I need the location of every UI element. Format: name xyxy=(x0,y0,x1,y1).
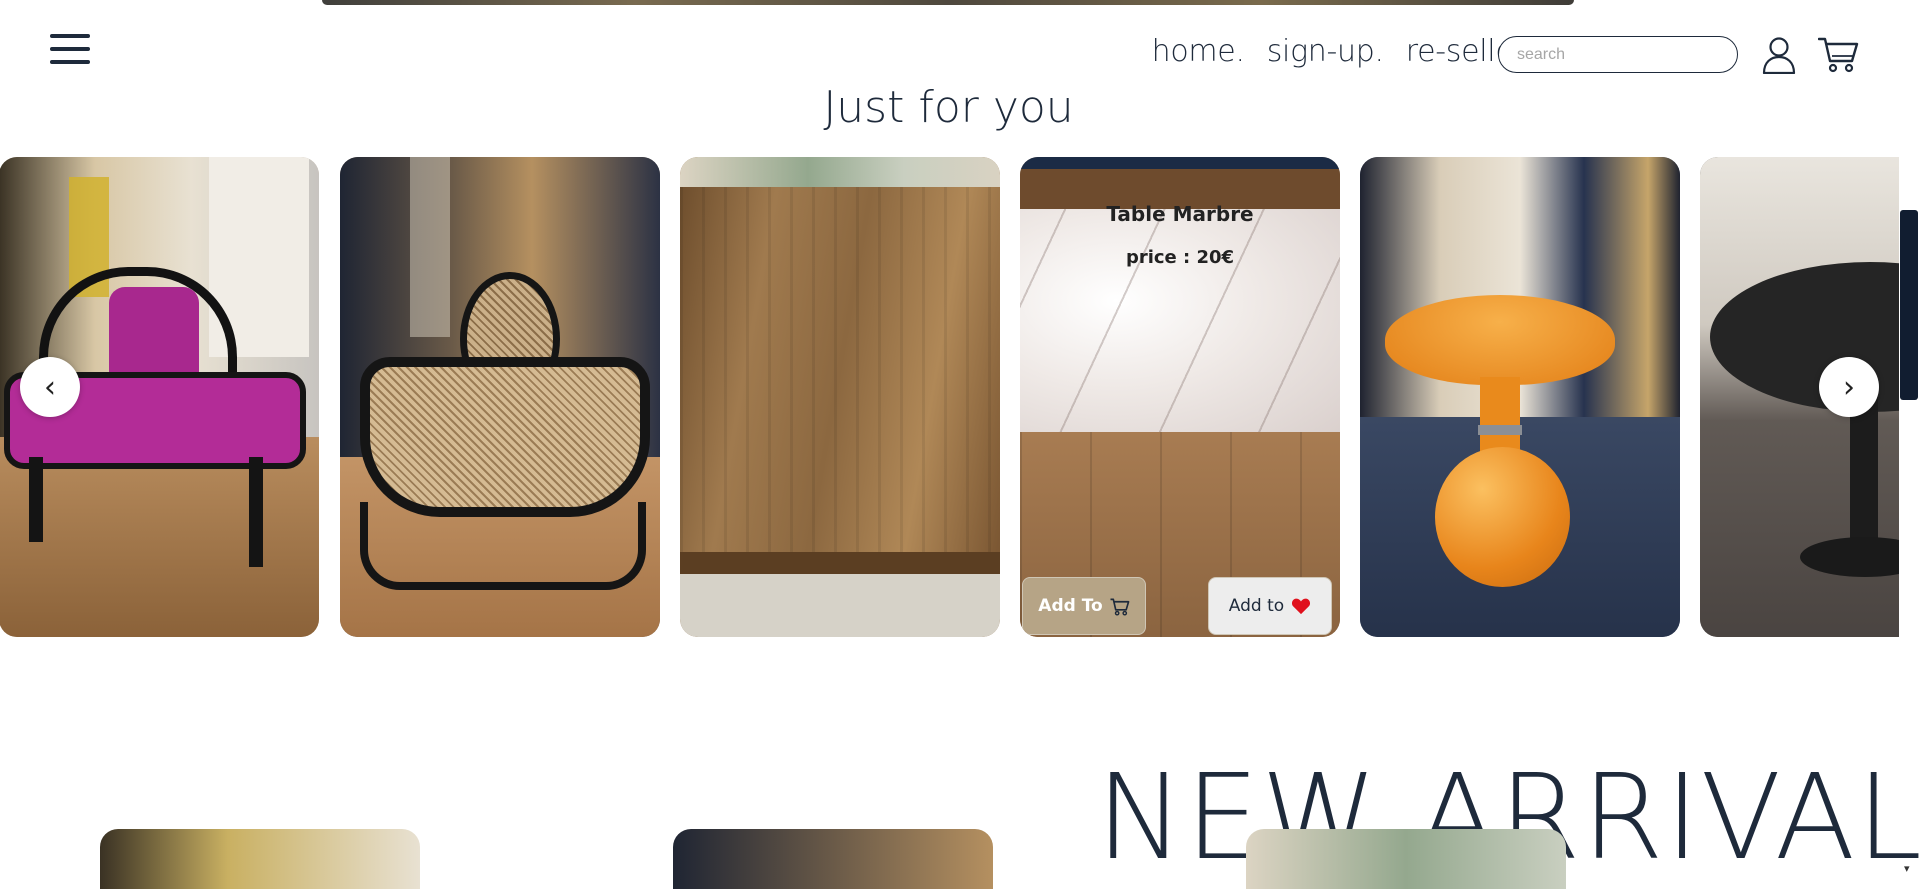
main-nav: home. sign-up. re-seller. xyxy=(1152,34,1533,69)
add-to-cart-label: Add To xyxy=(1038,596,1103,616)
carousel-next-button[interactable]: › xyxy=(1819,357,1879,417)
new-arrival-thumbnail[interactable] xyxy=(673,829,993,889)
user-icon[interactable] xyxy=(1762,36,1796,74)
top-banner-strip xyxy=(322,0,1574,5)
menu-icon[interactable] xyxy=(50,34,90,68)
add-to-favorites-button[interactable]: Add to xyxy=(1208,577,1332,635)
product-card-image[interactable] xyxy=(680,157,1000,637)
nav-link-home[interactable]: home. xyxy=(1152,34,1245,69)
chevron-right-icon: › xyxy=(1843,369,1855,405)
section-title: Just for you xyxy=(823,82,1074,133)
search-input[interactable] xyxy=(1498,36,1738,73)
cart-icon[interactable] xyxy=(1818,34,1860,74)
product-title: Table Marbre xyxy=(1106,202,1254,226)
product-card-image[interactable] xyxy=(340,157,660,637)
new-arrival-thumbnail[interactable] xyxy=(1246,829,1566,889)
cart-icon xyxy=(1110,598,1130,616)
add-to-favorites-label: Add to xyxy=(1228,596,1285,616)
carousel-prev-button[interactable]: ‹ xyxy=(20,357,80,417)
product-card-active[interactable]: Table Marbre price : 20€ Add To Add to xyxy=(1020,157,1340,637)
new-arrival-thumbnail[interactable] xyxy=(100,829,420,889)
chevron-left-icon: ‹ xyxy=(44,369,56,405)
product-price: price : 20€ xyxy=(1125,247,1235,268)
add-to-cart-button[interactable]: Add To xyxy=(1022,577,1146,635)
product-carousel: Table Marbre price : 20€ Add To Add to xyxy=(0,157,1899,637)
nav-link-sign-up[interactable]: sign-up. xyxy=(1267,34,1384,69)
product-card-image[interactable] xyxy=(1360,157,1680,637)
heart-icon xyxy=(1292,598,1311,615)
scrollbar-thumb[interactable] xyxy=(1900,210,1918,400)
